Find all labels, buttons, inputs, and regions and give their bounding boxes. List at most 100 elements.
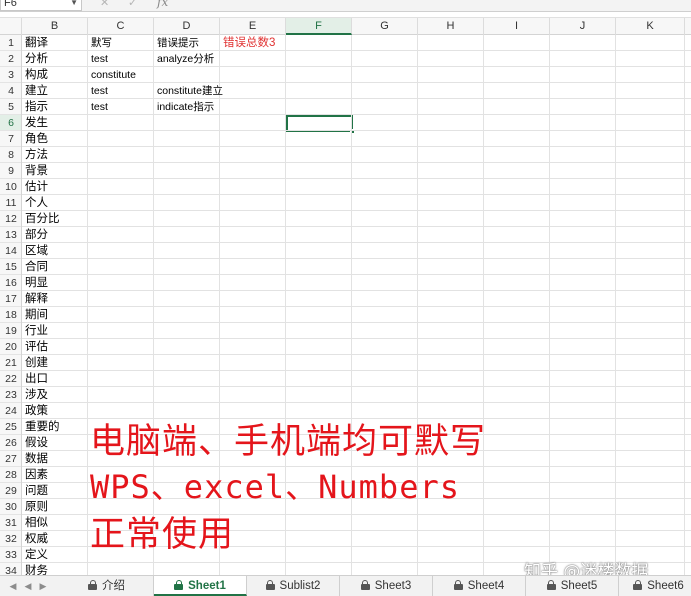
cell-b30[interactable]: 原则 — [22, 499, 48, 515]
cell-c4[interactable]: test — [88, 83, 108, 99]
name-box[interactable]: F6 ▼ — [0, 0, 82, 11]
row-header-9[interactable]: 9 — [0, 163, 21, 179]
column-header-j[interactable]: J — [550, 18, 616, 35]
prev-sheet-icon[interactable]: ◀ — [21, 578, 35, 594]
row-header-14[interactable]: 14 — [0, 243, 21, 259]
row-header-8[interactable]: 8 — [0, 147, 21, 163]
cell-c2[interactable]: test — [88, 51, 108, 67]
cell-b16[interactable]: 明显 — [22, 275, 48, 291]
row-header-24[interactable]: 24 — [0, 403, 21, 419]
cell-b10[interactable]: 估计 — [22, 179, 48, 195]
row-header-31[interactable]: 31 — [0, 515, 21, 531]
cell-b24[interactable]: 政策 — [22, 403, 48, 419]
row-header-11[interactable]: 11 — [0, 195, 21, 211]
cell-b25[interactable]: 重要的 — [22, 419, 60, 435]
row-header-4[interactable]: 4 — [0, 83, 21, 99]
row-header-16[interactable]: 16 — [0, 275, 21, 291]
column-header-b[interactable]: B — [22, 18, 88, 35]
cell-b34[interactable]: 财务 — [22, 563, 48, 575]
sheet-tab-sublist2[interactable]: Sublist2 — [247, 576, 340, 596]
row-header-21[interactable]: 21 — [0, 355, 21, 371]
cell-b5[interactable]: 指示 — [22, 99, 48, 115]
cell-b28[interactable]: 因素 — [22, 467, 48, 483]
row-header-13[interactable]: 13 — [0, 227, 21, 243]
row-header-3[interactable]: 3 — [0, 67, 21, 83]
row-header-10[interactable]: 10 — [0, 179, 21, 195]
row-header-25[interactable]: 25 — [0, 419, 21, 435]
cell-c1[interactable]: 默写 — [88, 35, 112, 51]
sheet-tab-sheet5[interactable]: Sheet5 — [526, 576, 619, 596]
column-header-i[interactable]: I — [484, 18, 550, 35]
cell-b27[interactable]: 数据 — [22, 451, 48, 467]
cell-b9[interactable]: 背景 — [22, 163, 48, 179]
sheet-tab-sheet1[interactable]: Sheet1 — [154, 576, 247, 596]
cell-b18[interactable]: 期间 — [22, 307, 48, 323]
row-header-27[interactable]: 27 — [0, 451, 21, 467]
cell-d1[interactable]: 错误提示 — [154, 35, 199, 51]
cell-b8[interactable]: 方法 — [22, 147, 48, 163]
function-icon[interactable]: fx — [157, 0, 168, 9]
row-header-12[interactable]: 12 — [0, 211, 21, 227]
row-header-2[interactable]: 2 — [0, 51, 21, 67]
row-header-1[interactable]: 1 — [0, 35, 21, 51]
row-header-17[interactable]: 17 — [0, 291, 21, 307]
column-header-c[interactable]: C — [88, 18, 154, 35]
row-header-33[interactable]: 33 — [0, 547, 21, 563]
column-header-k[interactable]: K — [616, 18, 685, 35]
row-header-30[interactable]: 30 — [0, 499, 21, 515]
column-header-d[interactable]: D — [154, 18, 220, 35]
row-header-5[interactable]: 5 — [0, 99, 21, 115]
cell-b14[interactable]: 区域 — [22, 243, 48, 259]
cell-b26[interactable]: 假设 — [22, 435, 48, 451]
cell-b11[interactable]: 个人 — [22, 195, 48, 211]
cell-b20[interactable]: 评估 — [22, 339, 48, 355]
row-header-28[interactable]: 28 — [0, 467, 21, 483]
chevron-down-icon[interactable]: ▼ — [70, 0, 78, 10]
row-header-6[interactable]: 6 — [0, 115, 21, 131]
cell-e1[interactable]: 错误总数3 — [220, 35, 275, 51]
cell-d4[interactable]: constitute建立 — [154, 83, 223, 99]
row-header-23[interactable]: 23 — [0, 387, 21, 403]
cell-c5[interactable]: test — [88, 99, 108, 115]
row-header-15[interactable]: 15 — [0, 259, 21, 275]
cell-b7[interactable]: 角色 — [22, 131, 48, 147]
cell-b4[interactable]: 建立 — [22, 83, 48, 99]
cell-b6[interactable]: 发生 — [22, 115, 48, 131]
row-header-22[interactable]: 22 — [0, 371, 21, 387]
cell-b19[interactable]: 行业 — [22, 323, 48, 339]
column-header-h[interactable]: H — [418, 18, 484, 35]
cell-b3[interactable]: 构成 — [22, 67, 48, 83]
cell-b13[interactable]: 部分 — [22, 227, 48, 243]
cell-d2[interactable]: analyze分析 — [154, 51, 214, 67]
row-header-20[interactable]: 20 — [0, 339, 21, 355]
cell-b31[interactable]: 相似 — [22, 515, 48, 531]
sheet-tab-sheet6[interactable]: Sheet6 — [619, 576, 691, 596]
cell-b17[interactable]: 解释 — [22, 291, 48, 307]
cell-b29[interactable]: 问题 — [22, 483, 48, 499]
sheet-tab-介绍[interactable]: 介绍 — [60, 576, 154, 596]
cell-b15[interactable]: 合同 — [22, 259, 48, 275]
column-header-f[interactable]: F — [286, 18, 352, 35]
sheet-tab-sheet3[interactable]: Sheet3 — [340, 576, 433, 596]
cell-c3[interactable]: constitute — [88, 67, 136, 83]
row-header-34[interactable]: 34 — [0, 563, 21, 575]
cell-b2[interactable]: 分析 — [22, 51, 48, 67]
cancel-icon[interactable]: ✕ — [100, 0, 109, 9]
row-header-32[interactable]: 32 — [0, 531, 21, 547]
row-header-29[interactable]: 29 — [0, 483, 21, 499]
row-header-19[interactable]: 19 — [0, 323, 21, 339]
next-sheet-icon[interactable]: ▶ — [36, 578, 50, 594]
cell-d5[interactable]: indicate指示 — [154, 99, 214, 115]
cell-b23[interactable]: 涉及 — [22, 387, 48, 403]
row-header-26[interactable]: 26 — [0, 435, 21, 451]
cell-b21[interactable]: 创建 — [22, 355, 48, 371]
row-header-18[interactable]: 18 — [0, 307, 21, 323]
select-all-corner[interactable] — [0, 18, 22, 35]
cell-b22[interactable]: 出口 — [22, 371, 48, 387]
column-header-g[interactable]: G — [352, 18, 418, 35]
cell-b32[interactable]: 权威 — [22, 531, 48, 547]
cell-b12[interactable]: 百分比 — [22, 211, 60, 227]
first-sheet-icon[interactable]: ◀ — [6, 578, 20, 594]
cell-b33[interactable]: 定义 — [22, 547, 48, 563]
cell-b1[interactable]: 翻译 — [22, 35, 48, 51]
